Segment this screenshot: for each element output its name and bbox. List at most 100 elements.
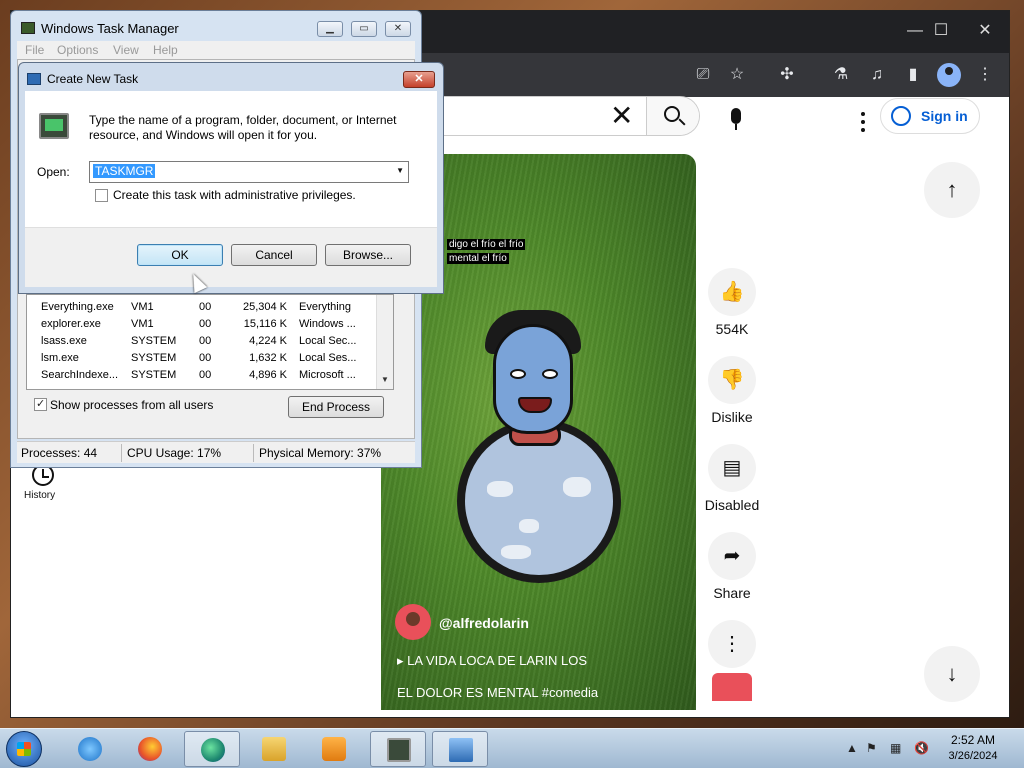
- table-row[interactable]: lsm.exe SYSTEM 00 1,632 K Local Ses...: [27, 350, 377, 367]
- cartoon-face: [493, 324, 573, 434]
- maximize-icon[interactable]: ☐: [927, 21, 955, 41]
- table-row[interactable]: explorer.exe VM1 00 15,116 K Windows ...: [27, 316, 377, 333]
- table-row[interactable]: lsass.exe SYSTEM 00 4,224 K Local Sec...: [27, 333, 377, 350]
- menu-help[interactable]: Help: [153, 43, 178, 57]
- arrow-down-icon: ↓: [946, 661, 958, 686]
- status-memory: Physical Memory: 37%: [259, 446, 382, 460]
- share-label: Share: [713, 585, 751, 601]
- dropdown-arrow-icon[interactable]: ▼: [396, 166, 404, 175]
- search-divider: [646, 97, 647, 135]
- video-title-line1: ▸ LA VIDA LOCA DE LARIN LOS: [397, 653, 588, 668]
- dialog-title: Create New Task: [47, 72, 139, 86]
- show-all-users-checkbox[interactable]: [34, 397, 47, 411]
- taskbar-run-dialog[interactable]: [432, 731, 488, 767]
- scroll-down-icon[interactable]: ▼: [381, 375, 389, 384]
- labs-flask-icon[interactable]: ⚗: [829, 63, 853, 87]
- previous-short-button[interactable]: ↑: [924, 162, 980, 218]
- open-label: Open:: [37, 165, 70, 179]
- admin-privileges-label: Create this task with administrative pri…: [113, 188, 356, 202]
- profile-avatar[interactable]: [937, 63, 961, 87]
- run-program-icon: [39, 113, 69, 139]
- cancel-button[interactable]: Cancel: [231, 244, 317, 266]
- open-value[interactable]: TASKMGR: [93, 164, 156, 178]
- task-manager-icon: [387, 738, 411, 762]
- like-button[interactable]: 👍: [708, 268, 756, 316]
- microphone-icon: [731, 108, 741, 124]
- minimize-icon[interactable]: —: [901, 21, 929, 41]
- voice-search-button[interactable]: [716, 100, 756, 140]
- table-row[interactable]: Everything.exe VM1 00 25,304 K Everythin…: [27, 299, 377, 316]
- clock-time[interactable]: 2:52 AM: [940, 733, 1006, 747]
- taskbar-ie[interactable]: [62, 731, 118, 767]
- cast-icon[interactable]: ⎚: [691, 63, 715, 87]
- open-combobox[interactable]: TASKMGR ▼: [89, 161, 409, 183]
- chrome-menu-icon[interactable]: ⋮: [973, 63, 997, 87]
- menu-options[interactable]: Options: [57, 43, 98, 57]
- next-short-button[interactable]: ↓: [924, 646, 980, 702]
- admin-privileges-checkbox[interactable]: [95, 189, 108, 202]
- volume-muted-icon[interactable]: 🔇: [914, 741, 929, 755]
- video-caption: digo el frío el frío mental el frío: [447, 239, 526, 264]
- channel-name[interactable]: @alfredolarin: [439, 615, 529, 631]
- tm-statusbar: Processes: 44 CPU Usage: 17% Physical Me…: [17, 441, 415, 463]
- account-icon: [891, 106, 911, 126]
- end-process-button[interactable]: End Process: [288, 396, 384, 418]
- comment-icon: ▤: [722, 457, 742, 479]
- task-manager-title: Windows Task Manager: [41, 21, 179, 36]
- tm-minimize-button[interactable]: ▁: [317, 21, 343, 37]
- thumbs-down-icon: 👎: [719, 369, 745, 391]
- dialog-close-button[interactable]: ✕: [403, 71, 435, 88]
- bookmark-star-icon[interactable]: ☆: [725, 63, 749, 87]
- status-processes: Processes: 44: [21, 446, 98, 460]
- thumbs-up-icon: 👍: [719, 281, 745, 303]
- action-center-flag-icon[interactable]: ⚑: [866, 741, 877, 755]
- extensions-icon[interactable]: ✣: [775, 63, 799, 87]
- dislike-button[interactable]: 👎: [708, 356, 756, 404]
- status-cpu: CPU Usage: 17%: [127, 446, 222, 460]
- close-icon[interactable]: ✕: [971, 21, 999, 41]
- taskbar-task-manager[interactable]: [370, 731, 426, 767]
- like-count: 554K: [715, 321, 749, 337]
- search-icon: [664, 106, 680, 122]
- run-dialog-icon: [27, 73, 41, 85]
- share-button[interactable]: ➦: [708, 532, 756, 580]
- ok-button[interactable]: OK: [137, 244, 223, 266]
- more-actions-button[interactable]: ⋮: [708, 620, 756, 668]
- sign-in-button[interactable]: Sign in: [880, 98, 980, 134]
- side-panel-icon[interactable]: ▮: [901, 63, 925, 87]
- table-row[interactable]: SearchIndexe... SYSTEM 00 4,896 K Micros…: [27, 367, 377, 384]
- tm-menubar: File Options View Help: [17, 41, 415, 59]
- settings-menu-icon[interactable]: [858, 112, 868, 138]
- start-button[interactable]: [6, 731, 42, 767]
- search-button[interactable]: [646, 97, 699, 135]
- process-list-scrollbar[interactable]: ▼: [376, 295, 393, 389]
- arrow-up-icon: ↑: [946, 177, 958, 202]
- sign-in-label: Sign in: [921, 108, 968, 124]
- taskbar-media-player[interactable]: [306, 731, 362, 767]
- network-icon[interactable]: ▦: [890, 741, 901, 755]
- taskbar: ▲ ⚑ ▦ 🔇 2:52 AM 3/26/2024: [0, 728, 1024, 768]
- menu-file[interactable]: File: [25, 43, 44, 57]
- sound-thumbnail[interactable]: [712, 673, 752, 701]
- process-list[interactable]: Everything.exe VM1 00 25,304 K Everythin…: [26, 294, 394, 390]
- internet-explorer-icon: [78, 737, 102, 761]
- taskbar-edge[interactable]: [184, 731, 240, 767]
- menu-view[interactable]: View: [113, 43, 139, 57]
- taskbar-explorer[interactable]: [246, 731, 302, 767]
- clock-date[interactable]: 3/26/2024: [940, 750, 1006, 762]
- tm-close-button[interactable]: ✕: [385, 21, 411, 37]
- dialog-description: Type the name of a program, folder, docu…: [89, 113, 397, 142]
- clear-search-icon[interactable]: ✕: [610, 101, 633, 131]
- comments-button[interactable]: ▤: [708, 444, 756, 492]
- sidebar-item-history[interactable]: History: [24, 490, 55, 501]
- windows-logo-icon: [17, 742, 31, 756]
- tm-maximize-button[interactable]: ▭: [351, 21, 377, 37]
- show-hidden-icons[interactable]: ▲: [846, 741, 858, 755]
- search-box[interactable]: ✕: [420, 96, 700, 136]
- video-title-line2: EL DOLOR ES MENTAL #comedia: [397, 685, 599, 700]
- folder-icon: [262, 737, 286, 761]
- taskbar-firefox[interactable]: [122, 731, 178, 767]
- browse-button[interactable]: Browse...: [325, 244, 411, 266]
- channel-avatar[interactable]: [395, 604, 431, 640]
- media-queue-icon[interactable]: ♫: [865, 63, 889, 87]
